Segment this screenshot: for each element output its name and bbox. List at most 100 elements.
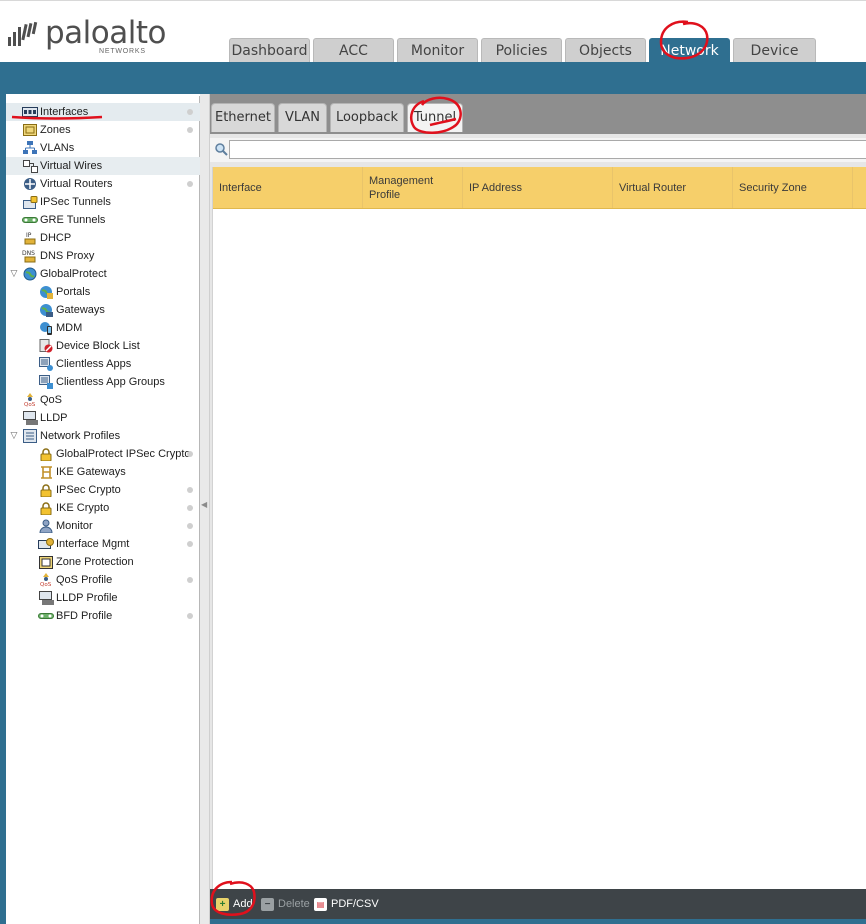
sidebar-item-ipsec-tunnels[interactable]: IPSec Tunnels — [6, 193, 111, 211]
sidebar-item-label: QoS Profile — [56, 574, 113, 586]
tab-network[interactable]: Network — [649, 38, 730, 63]
sidebar-item-dhcp[interactable]: IP DHCP — [6, 229, 71, 247]
add-icon: + — [216, 897, 229, 911]
lldp-profile-icon — [38, 591, 54, 605]
table-header: Interface Management Profile IP Address … — [213, 167, 866, 209]
sidebar-item-qos[interactable]: QoS QoS — [6, 391, 62, 409]
portals-icon — [38, 285, 54, 299]
table-toolbar: + Add − Delete ▤ PDF/CSV — [210, 889, 866, 919]
header-band — [0, 62, 866, 94]
column-header-interface[interactable]: Interface — [213, 167, 363, 208]
sidebar-item-bfd-profile[interactable]: BFD Profile — [6, 607, 112, 625]
tab-ethernet[interactable]: Ethernet — [211, 103, 275, 132]
pdf-csv-button[interactable]: ▤ PDF/CSV — [314, 895, 379, 913]
add-button[interactable]: + Add — [216, 895, 253, 913]
column-header-ip-address[interactable]: IP Address — [463, 167, 613, 208]
main-tab-bar: Dashboard ACC Monitor Policies Objects N… — [229, 38, 816, 63]
vlans-icon — [22, 141, 38, 155]
sidebar-item-network-profiles[interactable]: Network Profiles — [6, 427, 120, 445]
sidebar-item-label: IPSec Tunnels — [40, 196, 111, 208]
sidebar-item-vlans[interactable]: VLANs — [6, 139, 74, 157]
tab-dashboard[interactable]: Dashboard — [229, 38, 310, 63]
tab-objects[interactable]: Objects — [565, 38, 646, 63]
sidebar-item-clientless-apps[interactable]: Clientless Apps — [6, 355, 131, 373]
sidebar-item-gre-tunnels[interactable]: GRE Tunnels — [6, 211, 105, 229]
tunnel-interfaces-table: Interface Management Profile IP Address … — [212, 167, 866, 889]
sidebar-item-clientless-app-groups[interactable]: Clientless App Groups — [6, 373, 165, 391]
sidebar-item-dns-proxy[interactable]: DNS DNS Proxy — [6, 247, 94, 265]
tab-tunnel[interactable]: Tunnel — [407, 103, 463, 132]
tab-vlan[interactable]: VLAN — [278, 103, 327, 132]
zone-protection-icon — [38, 555, 54, 569]
tab-policies[interactable]: Policies — [481, 38, 562, 63]
svg-text:QoS: QoS — [24, 402, 36, 407]
collapse-arrow-icon[interactable]: ◀ — [201, 500, 207, 509]
sidebar-item-label: VLANs — [40, 142, 75, 154]
qos-icon: QoS — [22, 393, 38, 407]
add-button-label: Add — [233, 898, 253, 910]
sidebar-item-ipsec-crypto[interactable]: IPSec Crypto — [6, 481, 121, 499]
sidebar-item-label: IPSec Crypto — [56, 484, 121, 496]
sidebar-item-label: IKE Crypto — [56, 502, 110, 514]
bfd-profile-icon — [38, 609, 54, 623]
lock-icon — [38, 501, 54, 515]
sidebar-item-label: Virtual Wires — [40, 160, 103, 172]
nav-status-dot — [187, 505, 193, 511]
nav-status-dot — [187, 577, 193, 583]
sidebar-item-device-block-list[interactable]: Device Block List — [6, 337, 140, 355]
sidebar-item-zone-protection[interactable]: Zone Protection — [6, 553, 134, 571]
delete-icon: − — [261, 897, 274, 911]
pdf-csv-button-label: PDF/CSV — [331, 898, 379, 910]
sidebar-item-virtual-wires[interactable]: Virtual Wires — [6, 157, 200, 175]
sidebar-item-label: MDM — [56, 322, 83, 334]
svg-text:QoS: QoS — [40, 582, 52, 587]
footer-band — [210, 919, 866, 924]
sidebar-item-mdm[interactable]: MDM — [6, 319, 82, 337]
nav-status-dot — [187, 109, 193, 115]
column-header-virtual-router[interactable]: Virtual Router — [613, 167, 733, 208]
sidebar-item-lldp-profile[interactable]: LLDP Profile — [6, 589, 118, 607]
sidebar-item-ike-crypto[interactable]: IKE Crypto — [6, 499, 109, 517]
nav-status-dot — [187, 451, 193, 457]
tab-acc[interactable]: ACC — [313, 38, 394, 63]
svg-text:IP: IP — [26, 232, 32, 239]
svg-text:DNS: DNS — [22, 250, 35, 257]
sidebar-item-ike-gateways[interactable]: IKE Gateways — [6, 463, 126, 481]
sidebar-item-interface-mgmt[interactable]: Interface Mgmt — [6, 535, 129, 553]
nav-status-dot — [187, 613, 193, 619]
zones-icon — [22, 123, 38, 137]
sidebar-item-monitor-profile[interactable]: Monitor — [6, 517, 93, 535]
interfaces-icon — [22, 105, 38, 119]
sidebar-item-portals[interactable]: Portals — [6, 283, 90, 301]
sidebar-item-label: Clientless App Groups — [56, 376, 165, 388]
column-header-security-zone[interactable]: Security Zone — [733, 167, 853, 208]
sidebar-item-globalprotect-ipsec-crypto[interactable]: GlobalProtect IPSec Crypto — [6, 445, 191, 463]
clientless-app-groups-icon — [38, 375, 54, 389]
top-header: paloalto NETWORKS Dashboard ACC Monitor … — [0, 0, 866, 63]
sidebar-splitter[interactable]: ◀ — [200, 94, 210, 924]
tab-loopback[interactable]: Loopback — [330, 103, 404, 132]
sidebar-item-label: Virtual Routers — [40, 178, 113, 190]
sidebar-item-label: QoS — [40, 394, 63, 406]
qos-profile-icon: QoS — [38, 573, 54, 587]
network-profiles-icon — [22, 429, 38, 443]
sidebar-item-lldp[interactable]: LLDP — [6, 409, 68, 427]
virtual-wires-icon — [22, 159, 38, 173]
sidebar-item-globalprotect[interactable]: GlobalProtect — [6, 265, 107, 283]
logo-wordmark: paloalto — [45, 15, 166, 51]
sidebar-item-interfaces[interactable]: Interfaces — [6, 103, 200, 121]
clientless-apps-icon — [38, 357, 54, 371]
sidebar-item-qos-profile[interactable]: QoS QoS Profile — [6, 571, 112, 589]
nav-status-dot — [187, 487, 193, 493]
column-header-management-profile[interactable]: Management Profile — [363, 167, 463, 208]
nav-status-dot — [187, 541, 193, 547]
delete-button[interactable]: − Delete — [261, 895, 310, 913]
filter-input[interactable] — [229, 140, 866, 159]
sidebar-item-label: GlobalProtect — [40, 268, 107, 280]
tab-monitor[interactable]: Monitor — [397, 38, 478, 63]
sidebar-item-label: LLDP Profile — [56, 592, 118, 604]
tab-device[interactable]: Device — [733, 38, 816, 63]
sidebar-item-zones[interactable]: Zones — [6, 121, 71, 139]
sidebar-item-gateways[interactable]: Gateways — [6, 301, 105, 319]
sidebar-item-virtual-routers[interactable]: Virtual Routers — [6, 175, 113, 193]
